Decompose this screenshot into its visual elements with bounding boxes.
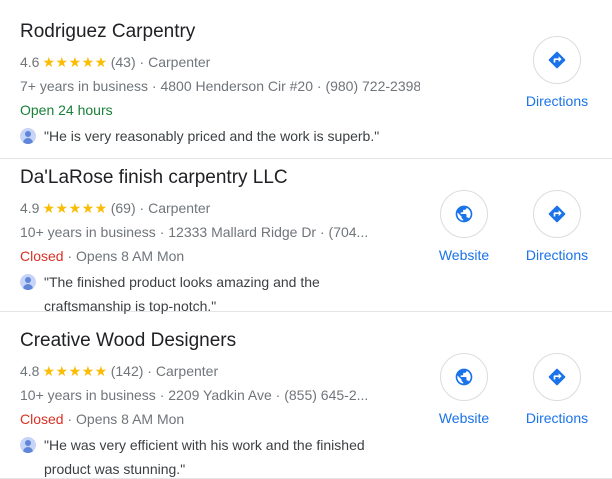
hours-row: Closed · Opens 8 AM Mon: [20, 407, 420, 431]
avatar-icon: [20, 128, 36, 144]
separator: ·: [135, 200, 149, 216]
hours-row: Open 24 hours: [20, 98, 420, 122]
business-listing[interactable]: Rodriguez Carpentry 4.6 ★★★★★ (43) · Carpe…: [0, 0, 612, 159]
review-snippet: "The finished product looks amazing and …: [20, 270, 420, 318]
directions-icon: [548, 51, 566, 69]
opening-hours: · Opens 8 AM Mon: [63, 411, 185, 427]
directions-label[interactable]: Directions: [512, 92, 602, 110]
website-button[interactable]: Website: [419, 190, 509, 264]
hours-row: Closed · Opens 8 AM Mon: [20, 244, 420, 268]
open-status: Open 24 hours: [20, 102, 113, 118]
category: Carpenter: [148, 54, 211, 70]
separator: ·: [135, 54, 149, 70]
business-details: 7+ years in business · 4800 Henderson Ci…: [20, 78, 420, 94]
business-name[interactable]: Da'LaRose finish carpentry LLC: [20, 166, 420, 190]
review-count[interactable]: (69): [111, 200, 136, 216]
directions-icon: [548, 205, 566, 223]
business-listing[interactable]: Da'LaRose finish carpentry LLC 4.9 ★★★★★(…: [0, 159, 612, 314]
website-label[interactable]: Website: [419, 409, 509, 427]
opening-hours: · Opens 8 AM Mon: [63, 248, 185, 264]
listing-info: Da'LaRose finish carpentry LLC 4.9 ★★★★★(…: [20, 166, 420, 318]
globe-icon: [455, 205, 473, 223]
rating-value: 4.8: [20, 363, 40, 379]
review-count[interactable]: (43): [111, 54, 136, 70]
website-label[interactable]: Website: [419, 246, 509, 264]
review-text: "He was very efficient with his work and…: [44, 437, 365, 477]
business-name[interactable]: Creative Wood Designers: [20, 329, 420, 353]
review-text: "The finished product looks amazing and …: [44, 274, 320, 314]
star-rating-icon: ★★★★★: [42, 200, 108, 216]
business-details: 10+ years in business · 12333 Mallard Ri…: [20, 224, 369, 240]
website-button[interactable]: Website: [419, 353, 509, 427]
separator: ·: [143, 363, 156, 379]
rating-value: 4.9: [20, 200, 40, 216]
avatar-icon: [20, 274, 36, 290]
website-circle[interactable]: [440, 353, 488, 401]
rating-row: 4.8 ★★★★★ (142) · Carpenter: [20, 359, 420, 383]
rating-value: 4.6: [20, 54, 40, 70]
directions-circle[interactable]: [533, 353, 581, 401]
listing-info: Rodriguez Carpentry 4.6 ★★★★★ (43) · Carpe…: [20, 20, 420, 148]
directions-icon: [548, 368, 566, 386]
directions-button[interactable]: Directions: [512, 353, 602, 427]
globe-icon: [455, 368, 473, 386]
review-text: "He is very reasonably priced and the wo…: [44, 128, 380, 144]
review-count[interactable]: (142): [111, 363, 144, 379]
review-snippet: "He is very reasonably priced and the wo…: [20, 124, 420, 148]
star-rating-icon: ★★★★★: [42, 363, 108, 379]
business-listing[interactable]: Creative Wood Designers 4.8 ★★★★★ (142) · …: [0, 312, 612, 479]
business-details: 10+ years in business · 2209 Yadkin Ave …: [20, 387, 369, 403]
category: Carpenter: [155, 363, 219, 379]
directions-button[interactable]: Directions: [512, 36, 602, 110]
rating-row: 4.9 ★★★★★ (69) · Carpenter: [20, 196, 420, 220]
listing-info: Creative Wood Designers 4.8 ★★★★★ (142) · …: [20, 329, 420, 479]
star-rating-icon: ★★★★★: [42, 54, 108, 70]
rating-row: 4.6 ★★★★★ (43) · Carpenter: [20, 50, 420, 74]
closed-status: Closed: [20, 411, 64, 427]
directions-circle[interactable]: [533, 190, 581, 238]
review-snippet: "He was very efficient with his work and…: [20, 433, 420, 479]
directions-label[interactable]: Directions: [512, 409, 602, 427]
category: Carpenter: [148, 200, 211, 216]
avatar-icon: [20, 437, 36, 453]
website-circle[interactable]: [440, 190, 488, 238]
closed-status: Closed: [20, 248, 64, 264]
business-name[interactable]: Rodriguez Carpentry: [20, 20, 420, 44]
directions-circle[interactable]: [533, 36, 581, 84]
directions-label[interactable]: Directions: [512, 246, 602, 264]
directions-button[interactable]: Directions: [512, 190, 602, 264]
